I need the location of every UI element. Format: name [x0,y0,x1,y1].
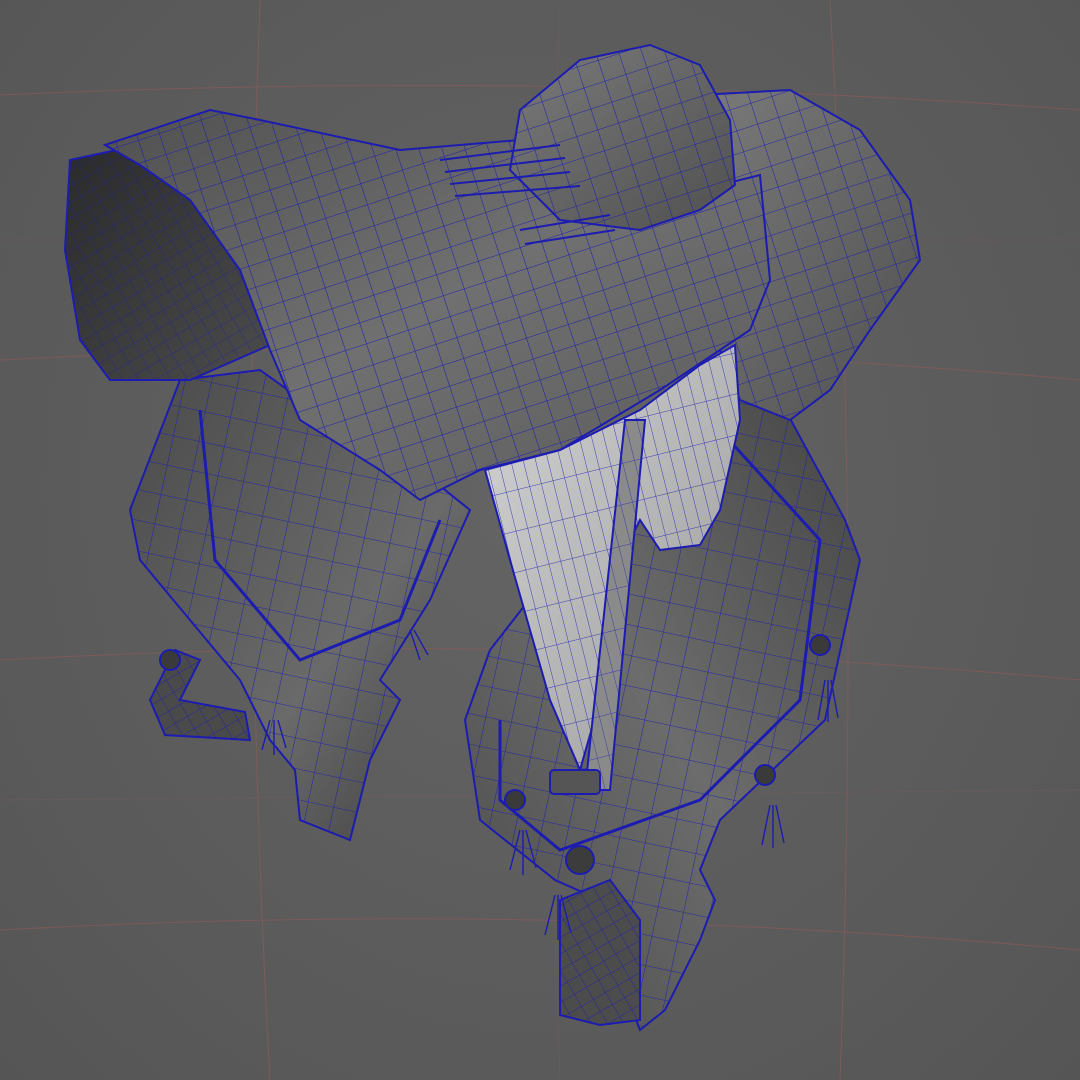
viewport-canvas[interactable] [0,0,1080,1080]
saddle-model[interactable] [63,43,922,1032]
3d-viewport[interactable] [0,0,1080,1080]
saddle-horn[interactable] [508,43,737,232]
